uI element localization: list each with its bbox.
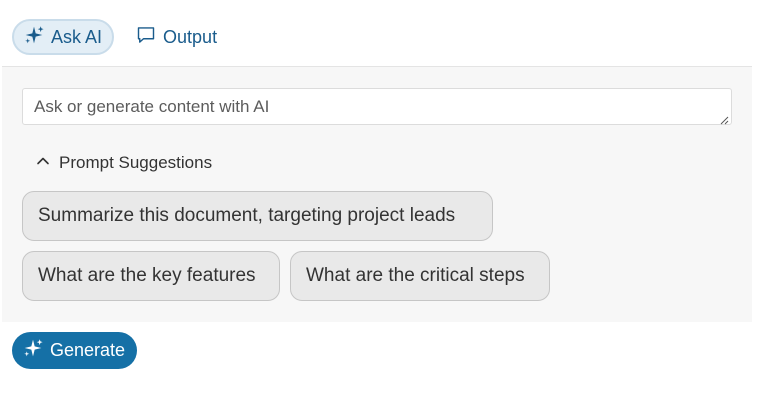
suggestion-label: What are the critical steps [306,265,525,286]
ai-assistant-panel: Ask AI Output Ask or generate content wi… [0,0,775,402]
prompt-box [22,88,732,125]
prompt-input[interactable] [23,89,731,124]
tab-label: Ask AI [51,26,103,47]
generate-button[interactable]: Generate [12,332,138,369]
prompt-suggestions-toggle[interactable]: Prompt Suggestions [36,153,212,173]
chevron-up-icon [36,153,50,173]
tab-label: Output [163,26,218,47]
resize-handle-icon[interactable] [719,112,729,125]
suggestion-chip-key-features[interactable]: What are the key features [22,251,280,301]
tab-output[interactable]: Output [126,19,227,55]
prompt-suggestions-label: Prompt Suggestions [59,153,213,172]
suggestion-label: Summarize this document, targeting proje… [38,205,456,226]
speech-bubble-icon [136,25,156,50]
suggestion-label: What are the key features [38,265,256,286]
generate-label: Generate [50,340,126,360]
suggestion-chip-summarize[interactable]: Summarize this document, targeting proje… [22,191,493,241]
ask-ai-panel: Prompt Suggestions Summarize this docume… [2,66,752,322]
suggestion-chip-critical-steps[interactable]: What are the critical steps [290,251,550,301]
sparkles-icon [24,25,44,50]
tab-bar: Ask AI Output [12,19,227,55]
sparkles-icon [23,338,43,363]
tab-ask-ai[interactable]: Ask AI [12,19,115,55]
